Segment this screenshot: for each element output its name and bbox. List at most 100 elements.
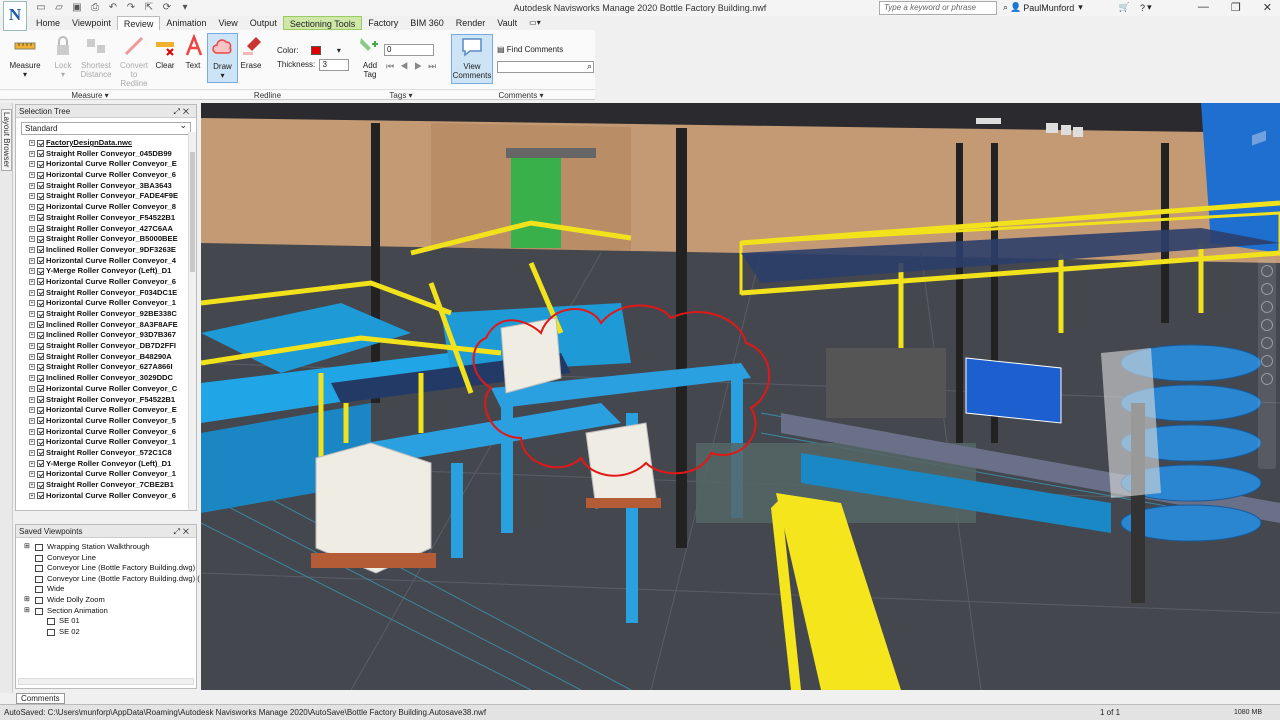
tree-item[interactable]: + Horizontal Curve Roller Conveyor_C [16,384,189,395]
selection-tree-mode-select[interactable]: Standard [21,120,191,135]
tree-item[interactable]: + Straight Roller Conveyor_F54522B1 [16,395,189,406]
expand-icon[interactable]: + [29,311,35,317]
last-tag-icon[interactable]: ⏭ [428,61,442,71]
expand-icon[interactable]: + [29,492,35,499]
tab-comments[interactable]: Comments [16,693,65,704]
tree-item[interactable]: + Horizontal Curve Roller Conveyor_6 [16,170,189,181]
pan-icon[interactable] [1261,283,1273,295]
expand-icon[interactable]: + [29,471,35,478]
tab-output[interactable]: Output [244,16,283,30]
ribbon-options-icon[interactable]: ▭▾ [523,16,547,30]
tab-review[interactable]: Review [116,16,161,30]
expand-icon[interactable]: + [29,278,35,285]
close-icon[interactable]: ✕ [1263,1,1272,14]
tree-item[interactable]: + Horizontal Curve Roller Conveyor_1 [16,469,189,480]
color-swatch[interactable] [310,46,321,56]
layout-browser-tab[interactable]: Layout Browser [1,109,12,171]
expand-icon[interactable]: + [29,428,35,435]
tree-item[interactable]: + Inclined Roller Conveyor_9DF3263E [16,245,189,256]
tree-item[interactable]: + Horizontal Curve Roller Conveyor_6 [16,427,189,438]
tab-viewpoint[interactable]: Viewpoint [66,16,117,30]
viewpoint-item[interactable]: ⊞ Section Animation [16,606,196,617]
viewpoint-item[interactable]: ⊞ Wrapping Station Walkthrough [16,542,196,553]
find-comments-button[interactable]: ▤ Find Comments [497,45,563,54]
tree-item[interactable]: + Inclined Roller Conveyor_3029DDC [16,373,189,384]
erase-button[interactable]: Erase [240,34,262,70]
expand-icon[interactable]: + [29,300,35,307]
tree-item[interactable]: + Horizontal Curve Roller Conveyor_6 [16,491,189,502]
steering-wheel-icon[interactable] [1261,265,1273,277]
clear-button[interactable]: Clear [153,34,177,70]
expand-icon[interactable]: ⊞ [24,606,30,617]
expand-icon[interactable]: + [29,236,35,243]
expand-icon[interactable]: + [29,439,35,446]
minimize-icon[interactable]: — [1198,1,1209,14]
expand-icon[interactable]: + [29,214,35,221]
expand-icon[interactable]: + [29,172,35,179]
tab-render[interactable]: Render [450,16,492,30]
expand-icon[interactable]: + [29,321,35,328]
panel-pin-close-icons[interactable]: ⤢✕ [174,525,193,538]
expand-icon[interactable]: + [29,375,35,382]
expand-icon[interactable]: + [29,396,35,403]
tree-item[interactable]: + Y-Merge Roller Conveyor (Left)_D1 [16,459,189,470]
tree-item[interactable]: + Straight Roller Conveyor_427C6AA [16,224,189,235]
expand-icon[interactable]: + [29,417,35,424]
viewpoint-item[interactable]: Wide [16,584,196,595]
expand-icon[interactable]: + [29,364,35,371]
group-comments[interactable]: Comments ▾ [447,89,595,100]
chevron-down-icon[interactable]: ▾ [337,46,341,55]
help-icon[interactable]: ? [1140,3,1145,13]
expand-icon[interactable]: + [29,246,35,253]
group-tags[interactable]: Tags ▾ [355,89,447,100]
shortest-distance-button[interactable]: Shortest Distance [79,34,113,79]
tree-item[interactable]: + Horizontal Curve Roller Conveyor_5 [16,416,189,427]
tree-item[interactable]: + Straight Roller Conveyor_3BA3643 [16,181,189,192]
expand-icon[interactable]: + [29,140,35,146]
expand-icon[interactable]: + [29,257,35,264]
tree-item[interactable]: + Horizontal Curve Roller Conveyor_4 [16,256,189,267]
expand-icon[interactable]: + [29,407,35,414]
tree-item[interactable]: + Y-Merge Roller Conveyor (Left)_D1 [16,266,189,277]
tree-item[interactable]: + Straight Roller Conveyor_92BE338C [16,309,189,320]
expand-icon[interactable]: + [29,343,35,350]
restore-icon[interactable]: ❐ [1231,1,1241,14]
tab-vault[interactable]: Vault [491,16,523,30]
walk-icon[interactable] [1261,355,1273,367]
chevron-down-icon[interactable]: ▾ [1078,2,1083,13]
tree-item[interactable]: + Straight Roller Conveyor_B5000BEE [16,234,189,245]
look-icon[interactable] [1261,337,1273,349]
search-icon[interactable]: ⌕ [1003,2,1008,13]
tree-root[interactable]: + FactoryDesignData.nwc [16,138,189,149]
tab-bim-360[interactable]: BIM 360 [404,16,450,30]
app-menu-button[interactable]: N [3,1,27,31]
tag-id-input[interactable]: 0 [384,44,434,56]
measure-button[interactable]: Measure ▾ [6,34,44,79]
find-comments-input[interactable]: ⌕ [497,61,594,73]
viewpoint-item[interactable]: ⊞ Wide Dolly Zoom [16,595,196,606]
thickness-input[interactable]: 3 [319,59,350,71]
tab-factory[interactable]: Factory [362,16,404,30]
tree-item[interactable]: + Horizontal Curve Roller Conveyor_E [16,159,189,170]
expand-icon[interactable]: + [29,150,35,157]
viewpoint-item[interactable]: Conveyor Line (Bottle Factory Building.d… [16,574,200,585]
convert-to-redline-button[interactable]: Convert to Redline [116,34,152,88]
expand-icon[interactable]: ⊞ [24,542,30,553]
group-measure[interactable]: Measure ▾ [0,89,180,100]
tree-item[interactable]: + Straight Roller Conveyor_627A866I [16,362,189,373]
tree-item[interactable]: + Straight Roller Conveyor_F54522B1 [16,213,189,224]
expand-icon[interactable]: + [29,204,35,211]
selection-tree-scrollbar[interactable] [188,132,196,510]
lock-button[interactable]: Lock ▾ [50,34,76,79]
zoom-extents-icon[interactable] [1261,373,1273,385]
expand-icon[interactable]: + [29,161,35,168]
orbit-icon[interactable] [1261,319,1273,331]
viewpoint-item[interactable]: SE 01 [16,616,196,627]
expand-icon[interactable]: + [29,385,35,392]
view-comments-button[interactable]: View Comments [451,34,493,84]
user-name[interactable]: PaulMunford [1023,3,1074,13]
tab-animation[interactable]: Animation [160,16,212,30]
expand-icon[interactable]: + [29,449,35,456]
tab-sectioning-tools[interactable]: Sectioning Tools [282,16,363,30]
saved-viewpoints-hscroll[interactable] [18,678,194,685]
